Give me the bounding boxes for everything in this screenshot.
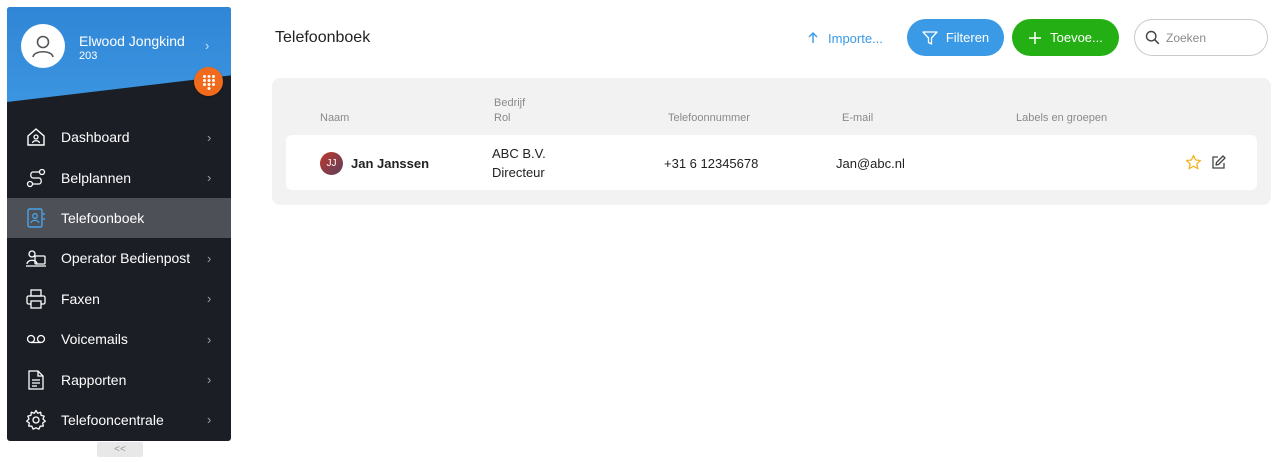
contact-role: Directeur (492, 165, 545, 180)
import-button[interactable]: Importe... (806, 27, 883, 49)
contacts-table: Naam Bedrijf Rol Telefoonnummer E-mail L… (272, 78, 1271, 205)
filter-icon (922, 30, 938, 45)
column-header-naam[interactable]: Naam (320, 111, 349, 125)
nav-label: Faxen (61, 290, 100, 307)
contact-company: ABC B.V. (492, 146, 546, 161)
edit-icon[interactable] (1210, 154, 1227, 171)
nav-label: Operator Bedienpost (61, 250, 191, 267)
table-row[interactable]: JJ Jan Janssen ABC B.V. Directeur +31 6 … (286, 135, 1257, 190)
avatar[interactable] (21, 24, 65, 68)
chevron-right-icon: › (207, 170, 212, 186)
nav-item-telefooncentrale[interactable]: Telefooncentrale › (7, 400, 231, 440)
column-header-rol[interactable]: Rol (494, 111, 511, 125)
dialpad-button[interactable] (194, 67, 223, 96)
dialpad-icon (202, 74, 215, 90)
nav-label: Belplannen (61, 169, 132, 186)
nav-item-rapporten[interactable]: Rapporten › (7, 359, 231, 399)
contact-book-icon (25, 207, 47, 229)
chevron-right-icon: › (207, 129, 212, 145)
printer-icon (25, 288, 47, 310)
nav-item-dashboard[interactable]: Dashboard › (7, 117, 231, 157)
nav-item-telefoonboek[interactable]: Telefoonboek (7, 197, 231, 239)
column-header-bedrijf[interactable]: Bedrijf (494, 96, 525, 110)
column-header-labels[interactable]: Labels en groepen (1016, 111, 1107, 125)
column-header-telefoonnummer[interactable]: Telefoonnummer (668, 111, 750, 125)
main-nav: Dashboard › Belplannen › Telefoonboek Op… (7, 117, 231, 440)
contact-email[interactable]: Jan@abc.nl (836, 156, 905, 171)
plus-icon (1029, 31, 1042, 44)
user-icon (32, 35, 54, 58)
contact-name[interactable]: Jan Janssen (351, 156, 429, 171)
user-extension: 203 (79, 50, 98, 62)
add-contact-button[interactable]: Toevoe... (1012, 19, 1119, 56)
contact-avatar: JJ (320, 152, 343, 175)
chevron-right-icon: › (207, 250, 212, 266)
voicemail-icon (25, 328, 47, 350)
star-icon[interactable] (1185, 154, 1202, 171)
column-header-email[interactable]: E-mail (842, 111, 873, 125)
collapse-sidebar-button[interactable]: << (97, 442, 143, 457)
chevron-right-icon: › (207, 291, 212, 307)
upload-icon (808, 32, 818, 43)
user-name: Elwood Jongkind (79, 33, 185, 49)
chevron-right-icon: › (207, 331, 212, 347)
nav-label: Voicemails (61, 331, 128, 348)
import-label: Importe... (828, 30, 883, 46)
operator-icon (25, 247, 47, 269)
house-icon (25, 126, 47, 148)
search-icon (1145, 30, 1160, 45)
document-icon (25, 369, 47, 391)
add-label: Toevoe... (1050, 30, 1103, 45)
chevron-right-icon[interactable]: › (205, 38, 209, 53)
nav-item-belplannen[interactable]: Belplannen › (7, 157, 231, 197)
gear-icon (25, 409, 47, 431)
search-box[interactable] (1134, 19, 1268, 56)
chevron-right-icon: › (207, 372, 212, 388)
nav-label: Rapporten (61, 371, 127, 388)
page-title: Telefoonboek (275, 29, 371, 46)
contact-phone[interactable]: +31 6 12345678 (664, 156, 758, 171)
nav-item-operator-bedienpost[interactable]: Operator Bedienpost › (7, 238, 231, 278)
nav-label: Dashboard (61, 129, 130, 146)
nav-label: Telefooncentrale (61, 411, 164, 428)
search-input[interactable] (1166, 30, 1256, 45)
chevron-right-icon: › (207, 412, 212, 428)
route-icon (25, 167, 47, 189)
sidebar: Elwood Jongkind 203 › Dashboard › Belpla (7, 7, 231, 441)
filter-label: Filteren (945, 30, 990, 45)
nav-item-voicemails[interactable]: Voicemails › (7, 319, 231, 359)
nav-item-faxen[interactable]: Faxen › (7, 279, 231, 319)
filter-button[interactable]: Filteren (907, 19, 1004, 56)
nav-label: Telefoonboek (61, 209, 145, 226)
